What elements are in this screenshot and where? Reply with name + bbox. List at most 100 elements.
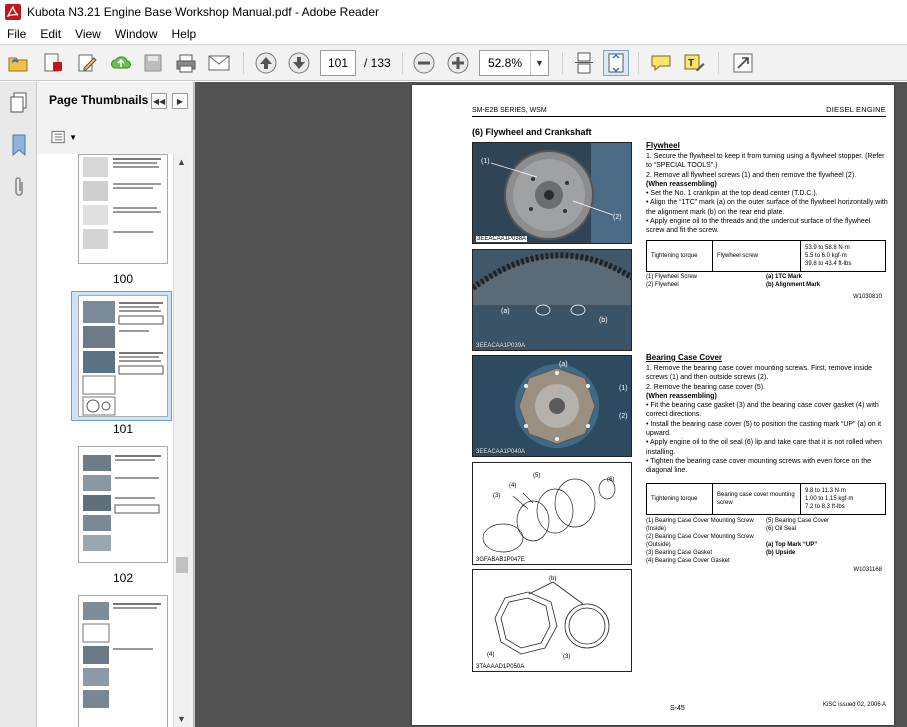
document-view[interactable]: SM-E2B SERIES, WSM DIESEL ENGINE (6) Fly… [195,82,907,727]
thumbnails-scrollbar[interactable]: ▲ ▼ [173,154,190,727]
save-button[interactable] [140,50,166,76]
bearing-reassembling-label: (When reassembling) [646,392,717,400]
highlight-text-button[interactable]: T [681,50,707,76]
attachments-button[interactable] [6,174,32,200]
svg-text:(a): (a) [501,308,510,315]
svg-text:(5): (5) [533,473,540,479]
zoom-out-button[interactable] [411,50,437,76]
expand-panel-button[interactable]: ▶ [172,93,188,109]
create-pdf-button[interactable] [40,50,66,76]
svg-text:(b): (b) [549,576,556,582]
section-title: (6) Flywheel and Crankshaft [472,127,592,137]
edit-button[interactable] [74,50,100,76]
thumbnail-label-100: 100 [112,272,134,286]
fullscreen-button[interactable] [730,50,756,76]
torque-values: 9.8 to 11.3 N·m 1.00 to 1.15 kgf·m 7.2 t… [800,483,886,515]
flywheel-code: W1030810 [852,294,882,300]
open-folder-icon [8,57,28,72]
double-chevron-left-icon: ◀◀ [152,96,166,106]
torque-item: Bearing case cover mounting screw [712,483,801,515]
thumbnail-page-101[interactable] [78,295,168,417]
scrollbar-thumb[interactable] [176,557,188,573]
thumbnail-label-102: 102 [112,571,134,585]
page-preview-icon [83,157,161,249]
page-preview-icon [83,455,161,551]
menu-view[interactable]: View [68,27,108,41]
printer-icon [176,54,196,73]
flywheel-note-1: • Set the No. 1 crankpin at the top dead… [646,190,818,198]
chevron-down-icon: ▼ [530,51,548,75]
figure-ring-gear-photo: (a) (b) 3EEACAA1P039A [472,249,632,351]
legend-item: (a) Top Mark “UP” [766,542,818,548]
email-button[interactable] [206,50,232,76]
bearing-note-4: • Tighten the bearing case cover mountin… [646,457,872,475]
previous-page-button[interactable] [253,50,279,76]
svg-text:(6): (6) [607,477,614,483]
page-number-input[interactable]: 101 [320,50,356,76]
caret-down-icon: ▼ [69,132,77,142]
thumbnail-page-100[interactable] [78,154,168,264]
arrow-down-circle-icon [288,52,310,74]
bookmarks-button[interactable] [6,132,32,158]
svg-text:(1): (1) [619,385,628,392]
figure-caption: 3EEACAA1P039A [476,343,526,349]
figure-caption: 3EEACAA1P038A [476,236,528,242]
thumbnail-list[interactable]: 100 101 102 [37,154,173,727]
upload-cloud-button[interactable] [108,50,134,76]
bearing-legend: (1) Bearing Case Cover Mounting Screw (I… [646,517,888,567]
menu-edit[interactable]: Edit [33,27,68,41]
thumbnails-header: Page Thumbnails [37,82,193,118]
figure-exploded-drawing: (5) (4) (3) (6) 3GFABAB1P047E [472,462,632,565]
collapse-panel-button[interactable]: ◀◀ [151,93,167,109]
toolbar-separator [243,52,244,74]
legend-item: (5) Bearing Case Cover [766,518,830,524]
scroll-mode-button[interactable] [571,50,597,76]
flywheel-step-2: 2. Remove all flywheel screws (1) and th… [646,171,857,179]
flywheel-reassembling-label: (When reassembling) [646,180,717,188]
flywheel-note-2: • Align the “1TC” mark (a) on the outer … [646,199,888,216]
toolbar-separator [562,52,563,74]
figure-caption: 3GFABAB1P047E [476,557,525,563]
flywheel-note-3: • Apply engine oil to the threads and th… [646,218,871,235]
print-button[interactable] [173,50,199,76]
fit-page-button[interactable] [603,50,629,76]
bearing-note-3: • Apply engine oil to the oil seal (6) l… [646,439,882,456]
exploded-view-drawing: (5) (4) (3) (6) [482,473,616,553]
flywheel-instructions: 1. Secure the flywheel to keep it from t… [646,152,888,236]
scrolling-pages-icon [575,52,593,74]
menu-window[interactable]: Window [108,27,165,41]
zoom-in-button[interactable] [445,50,471,76]
thumbnail-options-button[interactable]: ▼ [51,128,77,146]
flywheel-photo-image: (1) (2) [473,143,631,243]
highlighter-icon: T [684,54,705,72]
figure-caption: 3EEACAA1P040A [476,449,526,455]
bearing-note-1: • Fit the bearing case gasket (3) and th… [646,402,879,419]
flywheel-legend: (1) Flywheel Screw (2) Flywheel (a) 1TC … [646,273,888,293]
torque-value-nm: 9.8 to 11.3 N·m [805,488,846,494]
figure-gasket-drawing: (b) (4) (3) 3TAAAAD1P050A [472,569,632,672]
gasket-drawing: (b) (4) (3) [487,576,610,660]
scroll-up-icon[interactable]: ▲ [177,157,186,167]
legend-item: (3) Bearing Case Gasket [646,550,713,556]
edit-pencil-icon [78,54,97,72]
paperclip-icon [15,177,23,196]
zoom-level-select[interactable]: 52.8% ▼ [479,50,549,76]
scroll-down-icon[interactable]: ▼ [177,714,186,724]
next-page-button[interactable] [286,50,312,76]
legend-item: (a) 1TC Mark [766,274,803,280]
thumbnail-page-103[interactable] [78,595,168,727]
svg-text:(3): (3) [563,654,570,660]
page-thumbnails-button[interactable] [6,90,32,116]
thumbnail-page-102[interactable] [78,446,168,563]
title-bar: Kubota N3.21 Engine Base Workshop Manual… [0,0,907,24]
menu-file[interactable]: File [0,27,33,41]
flywheel-torque-table: Tightening torque Flywheel screw 53.9 to… [646,240,886,272]
plus-circle-icon [447,52,469,74]
menu-help[interactable]: Help [165,27,204,41]
svg-text:(b): (b) [599,317,608,324]
page-thumbnails-panel: Page Thumbnails ◀◀ ▶ ▼ 100 101 102 ▲ ▼ [37,82,194,727]
chevron-right-icon: ▶ [176,96,184,106]
open-file-button[interactable] [6,50,32,76]
comment-button[interactable] [648,50,674,76]
thumbnails-title: Page Thumbnails [49,93,149,107]
